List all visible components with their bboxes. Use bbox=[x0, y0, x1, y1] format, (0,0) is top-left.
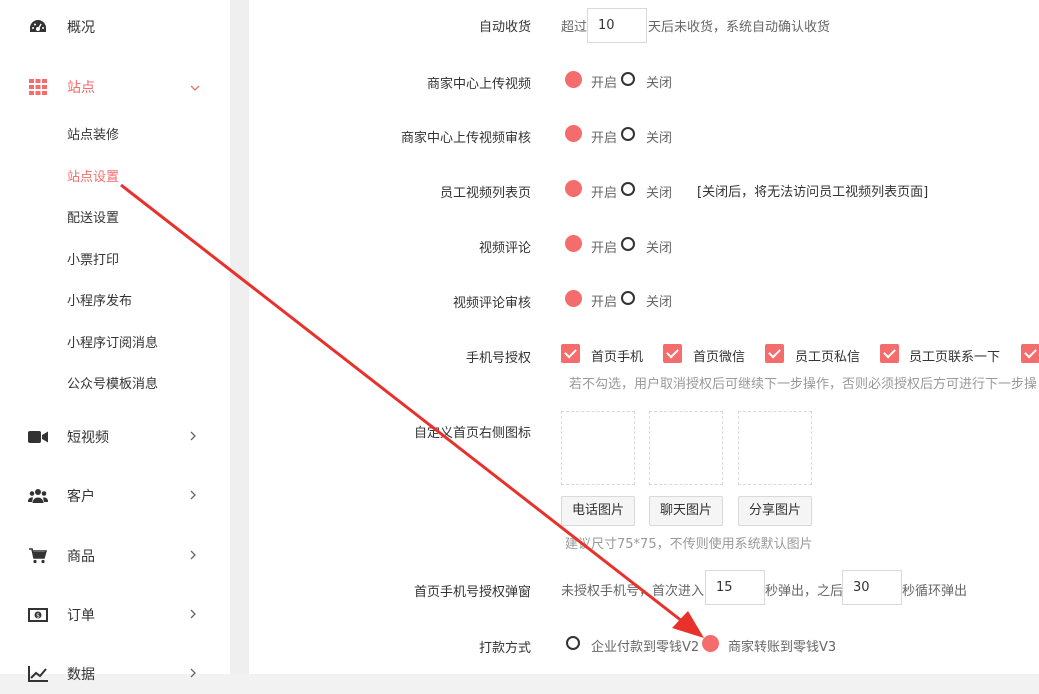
video-comment-review-on-radio[interactable] bbox=[565, 290, 582, 307]
phone-popup-suffix: 秒循环弹出 bbox=[902, 584, 968, 599]
video-comment-on-text: 开启 bbox=[591, 241, 618, 256]
sidebar-item-label: 数据 bbox=[67, 667, 95, 683]
phone-auth-staff-contact-checkbox[interactable] bbox=[880, 344, 899, 363]
payment-v2-radio[interactable] bbox=[566, 636, 580, 650]
payment-label: 打款方式 bbox=[478, 641, 531, 656]
staff-video-list-note: [关闭后，将无法访问员工视频列表页面] bbox=[697, 185, 929, 200]
phone-auth-option-label: 首页微信 bbox=[693, 350, 746, 365]
sidebar-item-label: 站点 bbox=[67, 80, 95, 96]
phone-auth-option-label: 员工页私信 bbox=[795, 350, 861, 365]
sidebar-item-products[interactable]: 商品 bbox=[0, 536, 230, 576]
sidebar-subitem-miniapp-publish[interactable]: 小程序发布 bbox=[67, 290, 132, 309]
upload-video-review-label: 商家中心上传视频审核 bbox=[400, 131, 531, 146]
share-image-button[interactable]: 分享图片 bbox=[738, 496, 812, 526]
chevron-right-icon bbox=[190, 431, 196, 444]
phone-auth-option-label: 员工页联系一下 bbox=[909, 350, 1001, 365]
staff-video-list-label: 员工视频列表页 bbox=[439, 186, 531, 201]
payment-v2-text: 企业付款到零钱V2 bbox=[591, 640, 700, 655]
video-comment-off-radio[interactable] bbox=[621, 237, 635, 251]
auto-receive-prefix: 超过 bbox=[561, 20, 588, 35]
dashboard-icon bbox=[28, 17, 48, 37]
sidebar-item-label: 短视频 bbox=[67, 430, 109, 446]
users-icon bbox=[28, 486, 48, 506]
upload-video-review-on-radio[interactable] bbox=[565, 125, 582, 142]
sidebar-item-site[interactable]: 站点 bbox=[0, 67, 230, 107]
video-comment-label: 视频评论 bbox=[478, 241, 531, 256]
sidebar-item-data[interactable]: 数据 bbox=[0, 654, 230, 694]
auto-receive-label: 自动收货 bbox=[478, 20, 531, 35]
payment-v3-radio[interactable] bbox=[702, 635, 719, 652]
share-image-upload[interactable] bbox=[738, 411, 812, 485]
sidebar-subitem-delivery[interactable]: 配送设置 bbox=[67, 207, 119, 226]
upload-video-on-radio[interactable] bbox=[565, 71, 582, 88]
phone-popup-label: 首页手机号授权弹窗 bbox=[413, 585, 531, 600]
money-icon: $ bbox=[28, 605, 48, 625]
sidebar-subitem-miniapp-subscribe[interactable]: 小程序订阅消息 bbox=[67, 332, 158, 351]
chat-image-upload[interactable] bbox=[649, 411, 723, 485]
phone-auth-staff-message-checkbox[interactable] bbox=[765, 344, 784, 363]
sidebar-subitem-receipt-print[interactable]: 小票打印 bbox=[67, 249, 119, 268]
cart-icon bbox=[28, 546, 48, 566]
home-icons-hint: 建议尺寸75*75，不传则使用系统默认图片 bbox=[565, 537, 813, 552]
sidebar-item-short-video[interactable]: 短视频 bbox=[0, 417, 230, 457]
sidebar: 概况 站点 站点装修 站点设置 配送设置 小票打印 小程序发布 小程序订阅消息 … bbox=[0, 0, 230, 683]
chevron-right-icon bbox=[190, 668, 196, 681]
phone-popup-loop-seconds-input[interactable]: 30 bbox=[842, 570, 902, 605]
sidebar-gutter bbox=[230, 0, 249, 674]
upload-video-review-off-radio[interactable] bbox=[621, 127, 635, 141]
staff-video-list-off-radio[interactable] bbox=[621, 182, 635, 196]
phone-popup-middle: 秒弹出，之后 bbox=[765, 584, 844, 599]
video-icon bbox=[28, 427, 48, 447]
sidebar-item-orders[interactable]: $ 订单 bbox=[0, 595, 230, 635]
video-comment-review-off-radio[interactable] bbox=[621, 291, 635, 305]
auto-receive-suffix: 天后未收货，系统自动确认收货 bbox=[648, 20, 831, 35]
upload-video-review-on-text: 开启 bbox=[591, 131, 618, 146]
staff-video-list-on-text: 开启 bbox=[591, 186, 618, 201]
svg-text:$: $ bbox=[36, 612, 40, 619]
upload-video-off-text: 关闭 bbox=[646, 76, 673, 91]
upload-video-off-radio[interactable] bbox=[621, 72, 635, 86]
settings-form bbox=[249, 0, 1039, 674]
video-comment-off-text: 关闭 bbox=[646, 241, 673, 256]
sidebar-subitem-mp-template[interactable]: 公众号模板消息 bbox=[67, 373, 158, 392]
upload-video-label: 商家中心上传视频 bbox=[426, 77, 531, 92]
sidebar-item-customers[interactable]: 客户 bbox=[0, 476, 230, 516]
phone-auth-home-phone-checkbox[interactable] bbox=[561, 344, 580, 363]
phone-auth-extra-checkbox[interactable] bbox=[1021, 344, 1039, 363]
phone-auth-hint: 若不勾选，用户取消授权后可继续下一步操作，否则必须授权后方可进行下一步操 bbox=[569, 377, 1038, 392]
video-comment-review-label: 视频评论审核 bbox=[452, 296, 531, 311]
chevron-down-icon bbox=[190, 81, 200, 94]
chevron-right-icon bbox=[190, 609, 196, 622]
sidebar-item-overview[interactable]: 概况 bbox=[0, 7, 230, 47]
sidebar-subitem-site-settings[interactable]: 站点设置 bbox=[67, 166, 119, 185]
sidebar-item-label: 客户 bbox=[67, 489, 95, 505]
upload-video-review-off-text: 关闭 bbox=[646, 131, 673, 146]
chart-icon bbox=[28, 664, 48, 684]
staff-video-list-on-radio[interactable] bbox=[565, 180, 582, 197]
sidebar-item-label: 概况 bbox=[67, 20, 95, 36]
video-comment-on-radio[interactable] bbox=[565, 235, 582, 252]
phone-auth-option-label: 首页手机 bbox=[591, 350, 644, 365]
phone-auth-home-wechat-checkbox[interactable] bbox=[663, 344, 682, 363]
phone-auth-label: 手机号授权 bbox=[465, 351, 531, 366]
sidebar-item-label: 订单 bbox=[67, 608, 95, 624]
video-comment-review-on-text: 开启 bbox=[591, 295, 618, 310]
chevron-right-icon bbox=[190, 490, 196, 503]
phone-image-upload[interactable] bbox=[561, 411, 635, 485]
upload-video-on-text: 开启 bbox=[591, 76, 618, 91]
sidebar-item-label: 商品 bbox=[67, 549, 95, 565]
home-icons-label: 自定义首页右侧图标 bbox=[413, 426, 531, 441]
grid-icon bbox=[28, 77, 48, 97]
staff-video-list-off-text: 关闭 bbox=[646, 186, 673, 201]
phone-image-button[interactable]: 电话图片 bbox=[561, 496, 635, 526]
phone-popup-first-seconds-input[interactable]: 15 bbox=[705, 570, 765, 605]
payment-v3-text: 商家转账到零钱V3 bbox=[728, 640, 837, 655]
auto-receive-days-input[interactable]: 10 bbox=[587, 8, 647, 43]
chat-image-button[interactable]: 聊天图片 bbox=[649, 496, 723, 526]
video-comment-review-off-text: 关闭 bbox=[646, 295, 673, 310]
chevron-right-icon bbox=[190, 550, 196, 563]
sidebar-subitem-decoration[interactable]: 站点装修 bbox=[67, 124, 119, 143]
phone-popup-prefix: 未授权手机号，首次进入 bbox=[561, 584, 705, 599]
